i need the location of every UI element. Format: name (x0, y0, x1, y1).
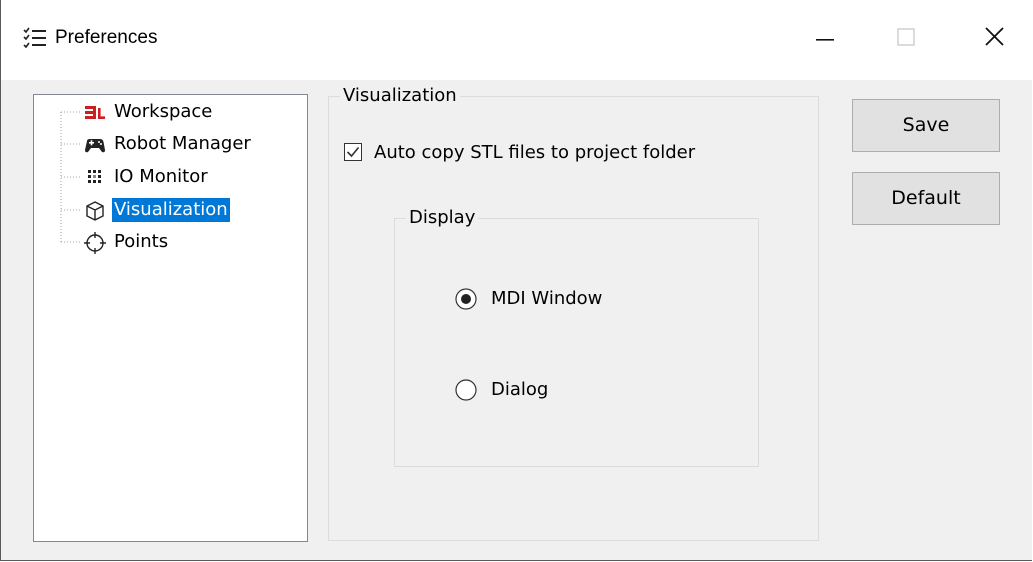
minimize-icon (816, 39, 834, 41)
close-icon (985, 27, 1004, 46)
maximize-button[interactable] (877, 15, 937, 61)
default-button[interactable]: Default (852, 172, 1000, 225)
gamepad-icon (85, 139, 105, 153)
preferences-window: Preferences Workspace Robot Manager IO M… (0, 0, 1033, 561)
io-grid-icon (88, 170, 101, 183)
radio-unselected-icon (455, 379, 477, 401)
display-group-title: Display (406, 207, 479, 229)
crosshair-icon (84, 232, 106, 254)
radio-mdi-window-label: MDI Window (491, 288, 603, 309)
cube-icon (86, 201, 104, 221)
close-button[interactable] (964, 15, 1024, 61)
save-button[interactable]: Save (852, 99, 1000, 152)
tree-connector-lines (60, 111, 82, 243)
tree-item-label: Workspace (114, 101, 213, 122)
tree-item-label: Points (114, 231, 169, 252)
tree-item-label: Robot Manager (114, 133, 251, 154)
preferences-tree[interactable]: Workspace Robot Manager IO Monitor Visua… (33, 94, 308, 542)
workspace-logo-icon (85, 106, 105, 119)
radio-selected-icon (455, 288, 477, 310)
visualization-group-title: Visualization (340, 85, 460, 107)
title-bar[interactable]: Preferences (1, 0, 1033, 80)
auto-copy-stl-label: Auto copy STL files to project folder (374, 142, 696, 163)
tree-item-label: Visualization (112, 198, 230, 222)
tree-item-label: IO Monitor (114, 166, 208, 187)
checkbox-checked-icon (344, 143, 362, 161)
maximize-icon (897, 28, 915, 46)
window-title: Preferences (55, 27, 158, 48)
display-group (394, 218, 759, 467)
minimize-button[interactable] (796, 15, 856, 61)
radio-dialog-label: Dialog (491, 379, 549, 400)
checklist-icon (23, 27, 46, 49)
